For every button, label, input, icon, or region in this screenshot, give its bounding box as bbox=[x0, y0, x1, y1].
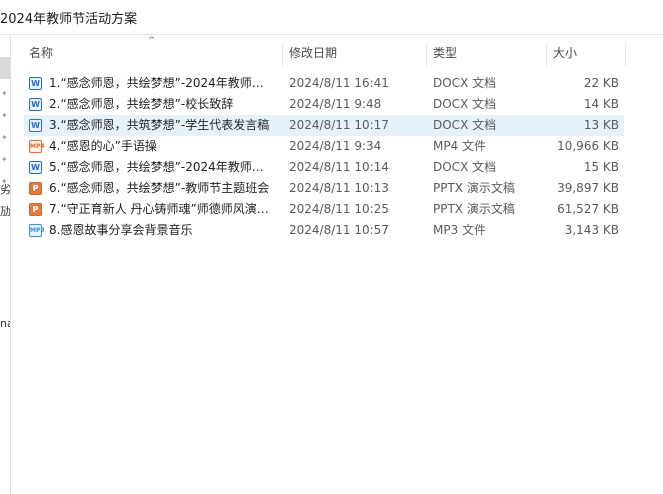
powerpoint-file-icon: P bbox=[29, 182, 42, 195]
file-name: 6.“感念师恩，共绘梦想”-教师节主题班会 bbox=[49, 181, 270, 195]
file-row[interactable]: MP4 4.“感恩的心”手语操 2024/8/11 9:34 MP4 文件 10… bbox=[24, 136, 624, 157]
file-row[interactable]: W 5.“感念师恩，共绘梦想”-2024年教师节... 2024/8/11 10… bbox=[24, 157, 624, 178]
file-type: PPTX 演示文稿 bbox=[433, 202, 515, 216]
column-header-size[interactable]: 大小 bbox=[553, 37, 577, 69]
file-name: 7.“守正育新人 丹心铸师魂”师德师风演讲... bbox=[49, 202, 275, 216]
nav-selected-item[interactable] bbox=[0, 57, 10, 79]
file-row[interactable]: W 2.“感念师恩，共绘梦想”-校长致辞 2024/8/11 9:48 DOCX… bbox=[24, 94, 624, 115]
file-size: 39,897 KB bbox=[557, 181, 619, 195]
column-divider[interactable] bbox=[625, 42, 626, 66]
window-title-bar: 2024年教师节活动方案 bbox=[0, 0, 663, 35]
navigation-pane[interactable]: ✦ ✦ ✦ ✦ ✦ 劣 劢 na bbox=[0, 35, 11, 494]
column-header-date[interactable]: 修改日期 bbox=[289, 37, 337, 69]
column-header-name[interactable]: 名称 bbox=[29, 37, 53, 69]
file-type: DOCX 文档 bbox=[433, 118, 497, 132]
file-type: PPTX 演示文稿 bbox=[433, 181, 515, 195]
file-name: 8.感恩故事分享会背景音乐 bbox=[49, 223, 193, 237]
file-date: 2024/8/11 16:41 bbox=[289, 76, 389, 90]
file-list: W 1.“感念师恩，共绘梦想”-2024年教师节... 2024/8/11 16… bbox=[24, 73, 624, 241]
word-document-icon: W bbox=[29, 77, 42, 90]
pin-icon: ✦ bbox=[1, 89, 8, 98]
powerpoint-file-icon: P bbox=[29, 203, 42, 216]
file-size: 13 KB bbox=[583, 118, 619, 132]
column-divider[interactable] bbox=[282, 42, 283, 66]
file-type: DOCX 文档 bbox=[433, 97, 497, 111]
file-size: 15 KB bbox=[583, 160, 619, 174]
file-date: 2024/8/11 10:25 bbox=[289, 202, 389, 216]
audio-file-icon: MP3 bbox=[29, 224, 45, 237]
file-date: 2024/8/11 10:14 bbox=[289, 160, 389, 174]
file-date: 2024/8/11 9:34 bbox=[289, 139, 382, 153]
column-header-type[interactable]: 类型 bbox=[433, 37, 457, 69]
file-name: 2.“感念师恩，共绘梦想”-校长致辞 bbox=[49, 97, 234, 111]
file-name: 4.“感恩的心”手语操 bbox=[49, 139, 157, 153]
file-size: 61,527 KB bbox=[557, 202, 619, 216]
pin-icon: ✦ bbox=[1, 133, 8, 142]
file-size: 3,143 KB bbox=[564, 223, 619, 237]
word-document-icon: W bbox=[29, 161, 42, 174]
file-row[interactable]: W 1.“感念师恩，共绘梦想”-2024年教师节... 2024/8/11 16… bbox=[24, 73, 624, 94]
pin-icon: ✦ bbox=[1, 111, 8, 120]
column-divider[interactable] bbox=[426, 42, 427, 66]
file-date: 2024/8/11 10:13 bbox=[289, 181, 389, 195]
file-date: 2024/8/11 10:17 bbox=[289, 118, 389, 132]
file-row[interactable]: P 6.“感念师恩，共绘梦想”-教师节主题班会 2024/8/11 10:13 … bbox=[24, 178, 624, 199]
file-row[interactable]: MP3 8.感恩故事分享会背景音乐 2024/8/11 10:57 MP3 文件… bbox=[24, 220, 624, 241]
file-name: 5.“感念师恩，共绘梦想”-2024年教师节... bbox=[49, 160, 275, 174]
pin-icon: ✦ bbox=[1, 155, 8, 164]
file-type: DOCX 文档 bbox=[433, 160, 497, 174]
word-document-icon: W bbox=[29, 98, 42, 111]
file-date: 2024/8/11 9:48 bbox=[289, 97, 382, 111]
sort-ascending-icon: ^ bbox=[148, 36, 156, 46]
column-divider[interactable] bbox=[546, 42, 547, 66]
file-row[interactable]: P 7.“守正育新人 丹心铸师魂”师德师风演讲... 2024/8/11 10:… bbox=[24, 199, 624, 220]
file-date: 2024/8/11 10:57 bbox=[289, 223, 389, 237]
word-document-icon: W bbox=[29, 119, 42, 132]
nav-item-fragment[interactable]: 劣 bbox=[0, 181, 10, 197]
file-size: 14 KB bbox=[583, 97, 619, 111]
nav-item-fragment[interactable]: na bbox=[0, 317, 10, 330]
window-title: 2024年教师节活动方案 bbox=[0, 12, 138, 27]
file-size: 10,966 KB bbox=[557, 139, 619, 153]
file-name: 3.“感念师恩，共筑梦想”-学生代表发言稿 bbox=[49, 118, 270, 132]
nav-item-fragment[interactable]: 劢 bbox=[0, 203, 10, 219]
file-type: MP3 文件 bbox=[433, 223, 487, 237]
file-type: MP4 文件 bbox=[433, 139, 487, 153]
video-file-icon: MP4 bbox=[29, 140, 45, 153]
file-name: 1.“感念师恩，共绘梦想”-2024年教师节... bbox=[49, 76, 275, 90]
file-size: 22 KB bbox=[583, 76, 619, 90]
file-type: DOCX 文档 bbox=[433, 76, 497, 90]
file-row-selected[interactable]: W 3.“感念师恩，共筑梦想”-学生代表发言稿 2024/8/11 10:17 … bbox=[24, 115, 624, 136]
